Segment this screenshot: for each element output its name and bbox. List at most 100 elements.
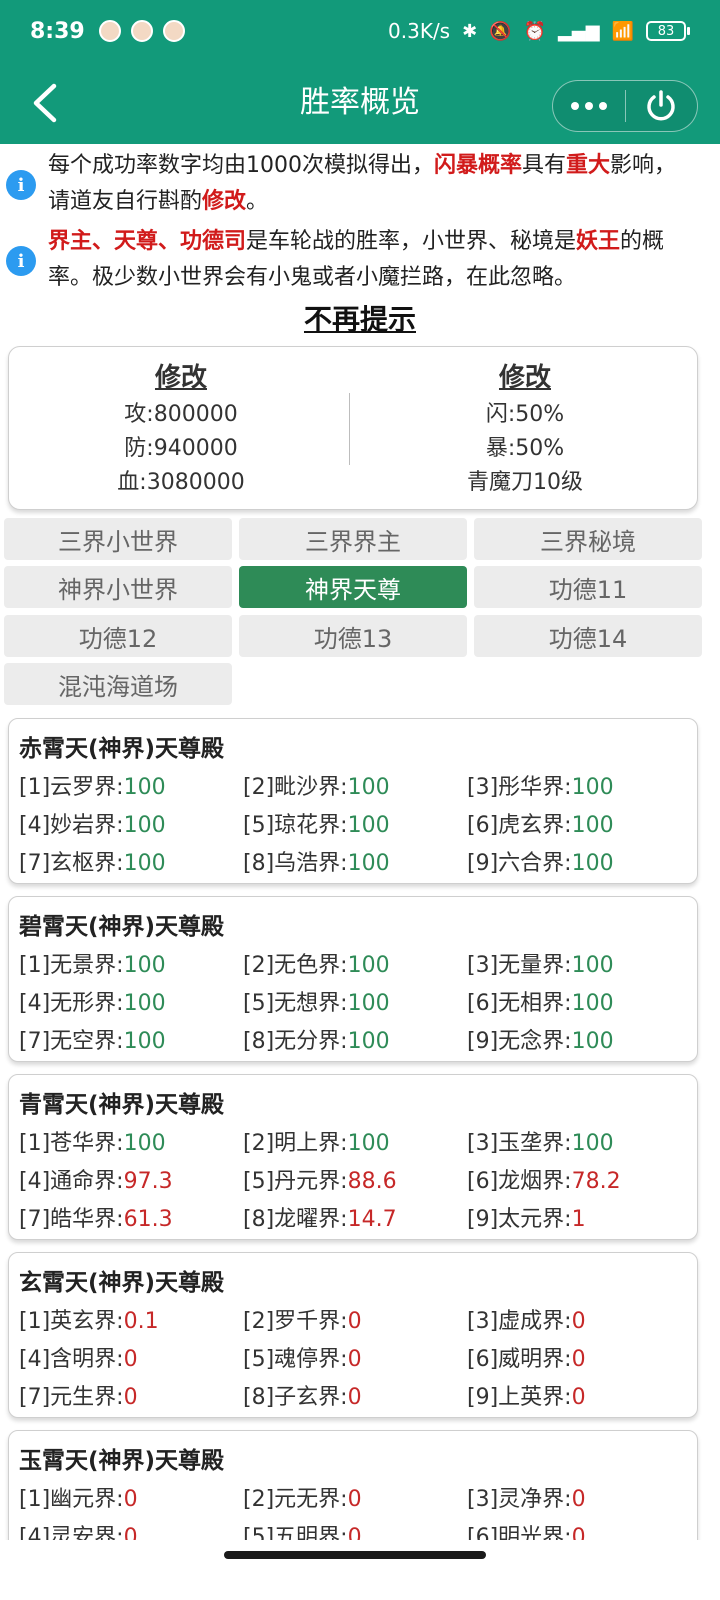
- tab-shenjie-small-world[interactable]: 神界小世界: [4, 566, 232, 608]
- win-rate-value: 0: [347, 1487, 362, 1512]
- home-indicator[interactable]: [224, 1551, 486, 1559]
- tab-gongde-11[interactable]: 功德11: [474, 566, 702, 608]
- bluetooth-icon: ✱: [462, 20, 478, 42]
- win-rate-value: 97.3: [123, 1169, 173, 1194]
- world-name: [9]无念界:: [467, 1029, 572, 1054]
- dismiss-tips-link[interactable]: 不再提示: [0, 298, 720, 338]
- realm-world-item: [1]苍华界:100: [19, 1125, 166, 1157]
- world-name: [1]苍华界:: [19, 1131, 124, 1156]
- tab-gongde-14[interactable]: 功德14: [474, 615, 702, 657]
- world-name: [6]威明界:: [467, 1347, 572, 1372]
- realm-world-item: [6]虎玄界:100: [467, 807, 614, 839]
- realm-world-item: [9]六合界:100: [467, 845, 614, 877]
- world-name: [6]龙烟界:: [467, 1169, 572, 1194]
- chevron-left-icon: [33, 83, 57, 123]
- world-name: [8]无分界:: [243, 1029, 348, 1054]
- win-rate-value: 0: [123, 1487, 138, 1512]
- win-rate-value: 100: [123, 1131, 166, 1156]
- world-name: [5]无想界:: [243, 991, 348, 1016]
- stat-attack: 攻:800000: [124, 402, 238, 427]
- win-rate-value: 0: [571, 1347, 586, 1372]
- win-rate-value: 100: [347, 953, 390, 978]
- more-button[interactable]: [553, 81, 625, 131]
- win-rate-value: 14.7: [347, 1207, 397, 1232]
- win-rate-value: 78.2: [571, 1169, 621, 1194]
- tab-sanjie-lord[interactable]: 三界界主: [239, 518, 467, 560]
- win-rate-value: 100: [571, 1131, 614, 1156]
- win-rate-value: 88.6: [347, 1169, 397, 1194]
- world-name: [8]乌浩界:: [243, 851, 348, 876]
- world-name: [8]子玄界:: [243, 1385, 348, 1410]
- realm-card: 玄霄天(神界)天尊殿 [1]英玄界:0.1 [2]罗千界:0 [3]虚成界:0 [4]含…: [8, 1252, 698, 1418]
- tab-chaos-sea-dojo[interactable]: 混沌海道场: [4, 663, 232, 705]
- realm-world-item: [9]上英界:0: [467, 1379, 586, 1411]
- win-rate-value: 0: [347, 1347, 362, 1372]
- win-rate-value: 0: [571, 1385, 586, 1410]
- edit-rates-link[interactable]: 修改: [499, 357, 551, 394]
- realm-world-item: [5]丹元界:88.6: [243, 1163, 397, 1195]
- win-rate-value: 100: [347, 851, 390, 876]
- win-rate-value: 0.1: [123, 1309, 159, 1334]
- world-name: [4]通命界:: [19, 1169, 124, 1194]
- win-rate-value: 100: [347, 1029, 390, 1054]
- realm-card: 碧霄天(神界)天尊殿 [1]无景界:100 [2]无色界:100 [3]无量界:100…: [8, 896, 698, 1062]
- battery-icon: 83: [646, 21, 690, 41]
- win-rate-value: 100: [123, 991, 166, 1016]
- win-rate-value: 100: [571, 813, 614, 838]
- win-rate-value: 100: [123, 813, 166, 838]
- close-button[interactable]: [626, 81, 698, 131]
- win-rate-value: 1: [571, 1207, 586, 1232]
- tab-gongde-12[interactable]: 功德12: [4, 615, 232, 657]
- world-name: [2]明上界:: [243, 1131, 348, 1156]
- world-name: [3]无量界:: [467, 953, 572, 978]
- tab-sanjie-small-world[interactable]: 三界小世界: [4, 518, 232, 560]
- win-rate-value: 100: [123, 775, 166, 800]
- world-name: [1]云罗界:: [19, 775, 124, 800]
- realm-title: 玉霄天(神界)天尊殿: [19, 1448, 225, 1474]
- world-name: [5]丹元界:: [243, 1169, 348, 1194]
- realm-world-item: [2]元无界:0: [243, 1481, 362, 1513]
- tab-gongde-13[interactable]: 功德13: [239, 615, 467, 657]
- realm-world-item: [5]琼花界:100: [243, 807, 390, 839]
- info-icon: i: [6, 170, 36, 200]
- realm-world-item: [8]无分界:100: [243, 1023, 390, 1055]
- realm-world-item: [6]龙烟界:78.2: [467, 1163, 621, 1195]
- tab-sanjie-secret-realm[interactable]: 三界秘境: [474, 518, 702, 560]
- back-button[interactable]: [22, 80, 68, 126]
- world-name: [7]皓华界:: [19, 1207, 124, 1232]
- win-rate-value: 100: [123, 1029, 166, 1054]
- stat-dodge: 闪:50%: [485, 402, 565, 427]
- stat-defense: 防:940000: [124, 436, 238, 461]
- win-rate-value: 61.3: [123, 1207, 173, 1232]
- realm-world-item: [3]彤华界:100: [467, 769, 614, 801]
- realm-world-item: [4]含明界:0: [19, 1341, 138, 1373]
- win-rate-value: 0: [571, 1487, 586, 1512]
- realm-title: 玄霄天(神界)天尊殿: [19, 1270, 225, 1296]
- mute-icon: 🔕: [489, 20, 512, 42]
- win-rate-value: 0: [123, 1347, 138, 1372]
- tip-text: 每个成功率数字均由1000次模拟得出，闪暴概率具有重大影响，请道友自行斟酌修改。: [48, 153, 677, 214]
- world-name: [1]英玄界:: [19, 1309, 124, 1334]
- tab-shenjie-tianzun[interactable]: 神界天尊: [239, 566, 467, 608]
- win-rate-value: 100: [571, 953, 614, 978]
- realm-world-item: [4]妙岩界:100: [19, 807, 166, 839]
- edit-stats-link[interactable]: 修改: [155, 357, 207, 394]
- network-speed: 0.3K/s: [388, 19, 451, 43]
- win-rate-value: 100: [347, 1131, 390, 1156]
- realm-world-item: [5]无想界:100: [243, 985, 390, 1017]
- realm-world-item: [1]幽元界:0: [19, 1481, 138, 1513]
- stat-hp: 血:3080000: [117, 470, 245, 495]
- world-name: [6]虎玄界:: [467, 813, 572, 838]
- realm-world-item: [8]乌浩界:100: [243, 845, 390, 877]
- world-name: [7]元生界:: [19, 1385, 124, 1410]
- wifi-icon: 📶: [611, 20, 634, 42]
- realm-title: 青霄天(神界)天尊殿: [19, 1092, 225, 1118]
- realm-world-item: [7]无空界:100: [19, 1023, 166, 1055]
- world-name: [4]妙岩界:: [19, 813, 124, 838]
- realm-title: 赤霄天(神界)天尊殿: [19, 736, 225, 762]
- world-name: [5]魂停界:: [243, 1347, 348, 1372]
- realm-card: 青霄天(神界)天尊殿 [1]苍华界:100 [2]明上界:100 [3]玉垄界:100…: [8, 1074, 698, 1240]
- tip-notice: i 界主、天尊、功德司是车轮战的胜率，小世界、秘境是妖王的概率。极少数小世界会有…: [6, 224, 692, 296]
- realm-world-item: [4]无形界:100: [19, 985, 166, 1017]
- nav-bar: 胜率概览: [0, 62, 720, 144]
